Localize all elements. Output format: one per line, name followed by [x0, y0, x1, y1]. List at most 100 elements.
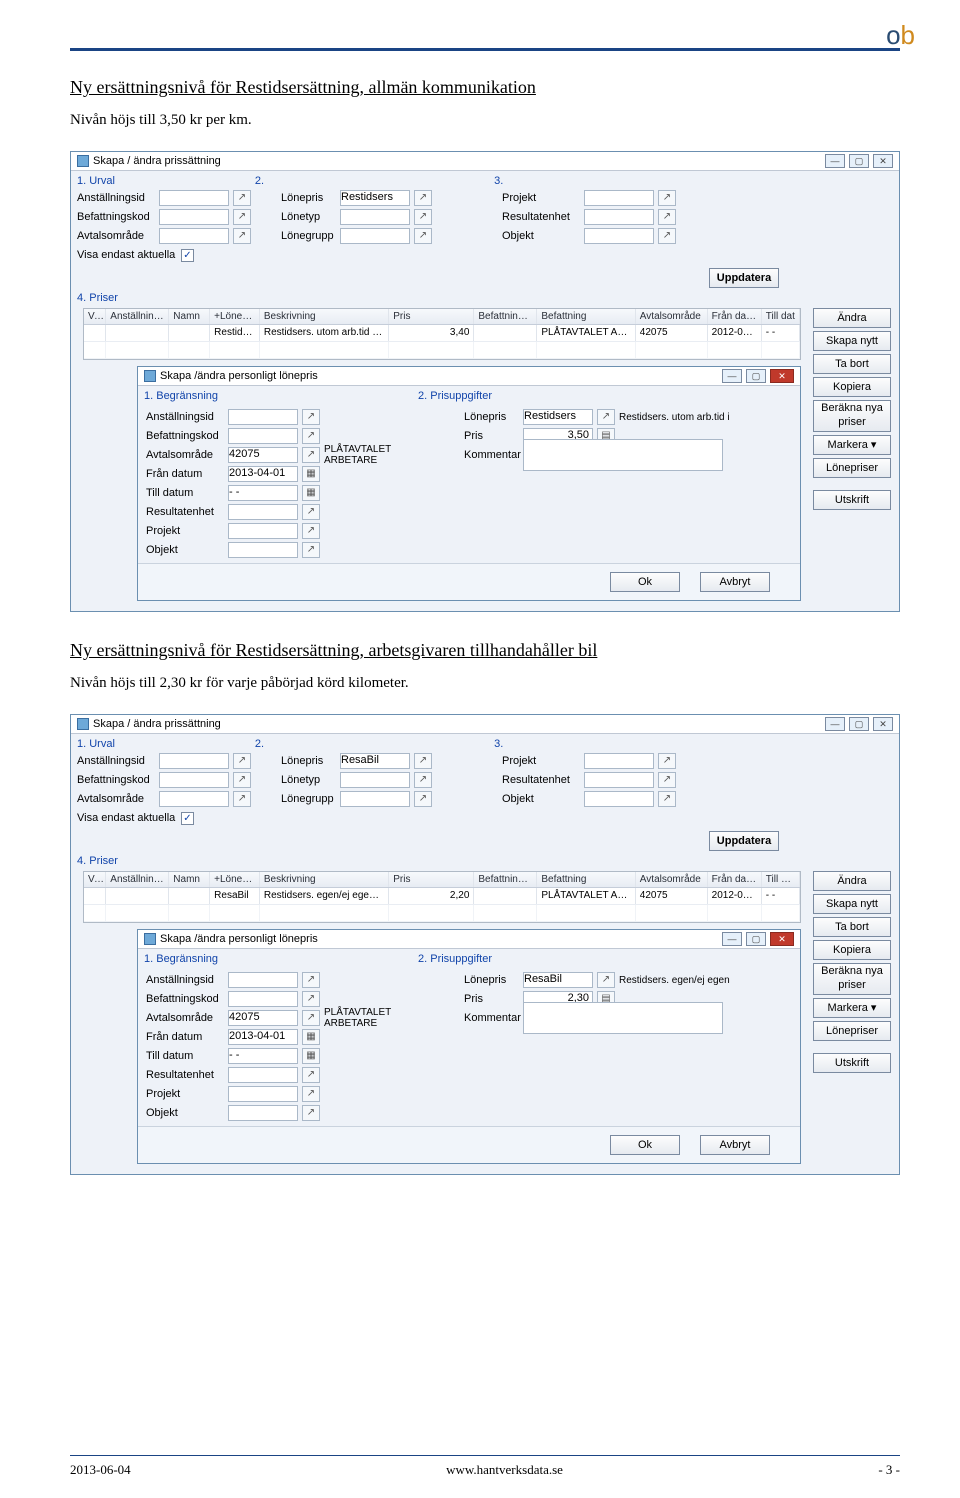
input-objekt[interactable] — [584, 228, 654, 244]
input-resultatenhet[interactable] — [584, 772, 654, 788]
lookup-button[interactable]: ↗ — [302, 542, 320, 558]
th-namn[interactable]: Namn — [169, 309, 210, 324]
input-fran[interactable]: 2013-04-01 — [228, 1029, 298, 1045]
avbryt-button[interactable]: Avbryt — [700, 1135, 770, 1155]
input-lonepris[interactable]: Restidsers — [523, 409, 593, 425]
lookup-button[interactable]: ↗ — [302, 991, 320, 1007]
input-lonepris[interactable]: ResaBil — [523, 972, 593, 988]
lookup-button[interactable]: ↗ — [233, 228, 251, 244]
lookup-button[interactable]: ↗ — [302, 409, 320, 425]
input-anstallningsid[interactable] — [159, 190, 229, 206]
kopiera-button[interactable]: Kopiera — [813, 377, 891, 397]
andra-button[interactable]: Ändra — [813, 308, 891, 328]
input-lonegrupp[interactable] — [340, 228, 410, 244]
input-resultatenhet[interactable] — [584, 209, 654, 225]
th-till[interactable]: Till dat — [762, 309, 800, 324]
calendar-button[interactable]: ▦ — [302, 466, 320, 482]
input-befattningskod[interactable] — [159, 209, 229, 225]
lookup-button[interactable]: ↗ — [233, 190, 251, 206]
markera-button[interactable]: Markera ▾ — [813, 998, 891, 1018]
input-till[interactable]: - - — [228, 1048, 298, 1064]
maximize-button[interactable]: ▢ — [746, 932, 766, 946]
lookup-button[interactable]: ↗ — [302, 1086, 320, 1102]
calendar-button[interactable]: ▦ — [302, 1029, 320, 1045]
close-button[interactable]: ✕ — [770, 369, 794, 383]
table-row[interactable]: ResaBil Restidsers. egen/ej egen bil 2,2… — [84, 888, 800, 905]
input-projekt[interactable] — [584, 190, 654, 206]
input-objekt[interactable] — [228, 1105, 298, 1121]
avbryt-button[interactable]: Avbryt — [700, 572, 770, 592]
lonepriser-button[interactable]: Lönepriser — [813, 458, 891, 478]
uppdatera-button[interactable]: Uppdatera — [709, 268, 779, 288]
lookup-button[interactable]: ↗ — [658, 772, 676, 788]
input-avtalsomrade[interactable] — [159, 228, 229, 244]
input-fran[interactable]: 2013-04-01 — [228, 466, 298, 482]
lonepriser-button[interactable]: Lönepriser — [813, 1021, 891, 1041]
chk-visa[interactable]: ✓ — [181, 812, 194, 825]
lookup-button[interactable]: ↗ — [414, 209, 432, 225]
lookup-button[interactable]: ↗ — [302, 1105, 320, 1121]
ok-button[interactable]: Ok — [610, 1135, 680, 1155]
andra-button[interactable]: Ändra — [813, 871, 891, 891]
lookup-button[interactable]: ↗ — [658, 209, 676, 225]
input-kommentar[interactable] — [523, 439, 723, 471]
input-objekt[interactable] — [228, 542, 298, 558]
input-projekt[interactable] — [228, 523, 298, 539]
input-anstallningsid[interactable] — [159, 753, 229, 769]
close-button[interactable]: ✕ — [873, 717, 893, 731]
th-vald[interactable]: Vald — [84, 309, 106, 324]
input-resultatenhet[interactable] — [228, 1067, 298, 1083]
tabort-button[interactable]: Ta bort — [813, 917, 891, 937]
berakna-button[interactable]: Beräkna nya priser — [813, 400, 891, 432]
input-befattningskod[interactable] — [228, 991, 298, 1007]
th-avtal[interactable]: Avtalsområde — [636, 309, 708, 324]
th-pris[interactable]: Pris — [389, 309, 474, 324]
markera-button[interactable]: Markera ▾ — [813, 435, 891, 455]
utskrift-button[interactable]: Utskrift — [813, 1053, 891, 1073]
lookup-button[interactable]: ↗ — [414, 190, 432, 206]
ok-button[interactable]: Ok — [610, 572, 680, 592]
input-objekt[interactable] — [584, 791, 654, 807]
lookup-button[interactable]: ↗ — [302, 523, 320, 539]
skapa-nytt-button[interactable]: Skapa nytt — [813, 331, 891, 351]
input-avtal[interactable]: 42075 — [228, 1010, 298, 1026]
lookup-button[interactable]: ↗ — [597, 409, 615, 425]
minimize-button[interactable]: — — [825, 154, 845, 168]
input-avtalsomrade[interactable] — [159, 791, 229, 807]
close-button[interactable]: ✕ — [873, 154, 893, 168]
input-lonepris[interactable]: ResaBil — [340, 753, 410, 769]
lookup-button[interactable]: ↗ — [302, 504, 320, 520]
lookup-button[interactable]: ↗ — [414, 791, 432, 807]
th-lonepris[interactable]: +Lönepris — [210, 309, 260, 324]
maximize-button[interactable]: ▢ — [746, 369, 766, 383]
lookup-button[interactable]: ↗ — [233, 753, 251, 769]
close-button[interactable]: ✕ — [770, 932, 794, 946]
lookup-button[interactable]: ↗ — [302, 972, 320, 988]
input-anstallningsid[interactable] — [228, 409, 298, 425]
calendar-button[interactable]: ▦ — [302, 485, 320, 501]
th-anstallningsid[interactable]: Anställningsid — [106, 309, 169, 324]
maximize-button[interactable]: ▢ — [849, 717, 869, 731]
input-avtal[interactable]: 42075 — [228, 447, 298, 463]
minimize-button[interactable]: — — [825, 717, 845, 731]
input-lonepris[interactable]: Restidsers — [340, 190, 410, 206]
uppdatera-button[interactable]: Uppdatera — [709, 831, 779, 851]
lookup-button[interactable]: ↗ — [658, 190, 676, 206]
input-lonetyp[interactable] — [340, 772, 410, 788]
input-kommentar[interactable] — [523, 1002, 723, 1034]
lookup-button[interactable]: ↗ — [414, 772, 432, 788]
th-befkod[interactable]: Befattningskod — [474, 309, 537, 324]
th-beskrivning[interactable]: Beskrivning — [260, 309, 389, 324]
lookup-button[interactable]: ↗ — [302, 428, 320, 444]
utskrift-button[interactable]: Utskrift — [813, 490, 891, 510]
lookup-button[interactable]: ↗ — [414, 228, 432, 244]
th-fran[interactable]: Från datum — [708, 309, 762, 324]
input-befattningskod[interactable] — [159, 772, 229, 788]
lookup-button[interactable]: ↗ — [302, 447, 320, 463]
input-resultatenhet[interactable] — [228, 504, 298, 520]
table-row[interactable]: Restidsers Restidsers. utom arb.tid mins… — [84, 325, 800, 342]
maximize-button[interactable]: ▢ — [849, 154, 869, 168]
lookup-button[interactable]: ↗ — [233, 791, 251, 807]
lookup-button[interactable]: ↗ — [658, 791, 676, 807]
chk-visa[interactable]: ✓ — [181, 249, 194, 262]
